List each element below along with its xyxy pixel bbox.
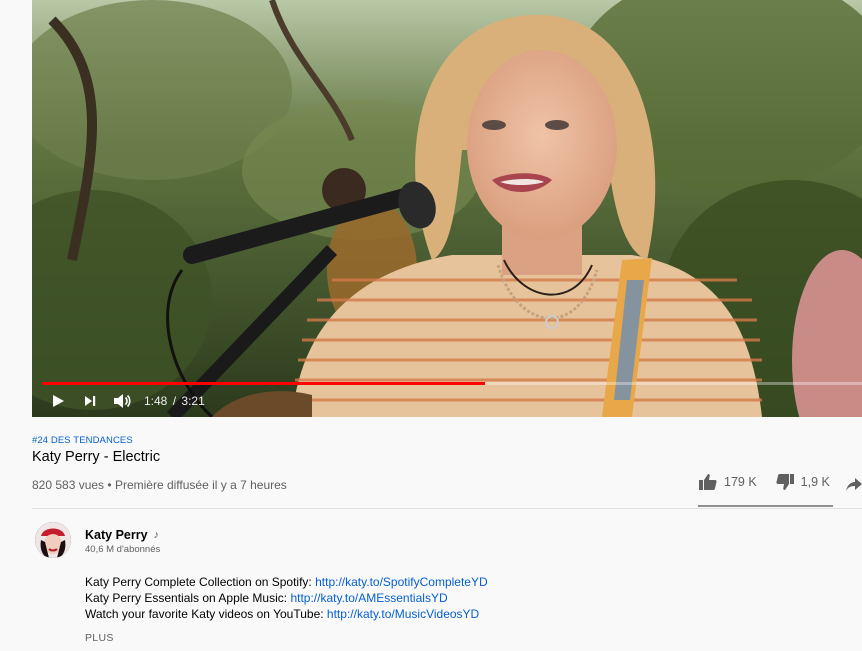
video-title: Katy Perry - Electric — [32, 449, 161, 465]
description-line: Watch your favorite Katy videos on YouTu… — [85, 606, 488, 622]
volume-button[interactable] — [106, 390, 138, 412]
play-icon — [53, 395, 64, 407]
channel-name[interactable]: Katy Perry ♪ — [85, 528, 159, 542]
subscriber-count: 40,6 M d'abonnés — [85, 544, 161, 555]
share-arrow-icon — [846, 478, 862, 491]
description-link[interactable]: http://katy.to/SpotifyCompleteYD — [315, 575, 488, 589]
trending-hashtag[interactable]: #24 DES TENDANCES — [32, 435, 133, 446]
thumbs-down-icon — [776, 474, 794, 490]
description-line: Katy Perry Essentials on Apple Music: ht… — [85, 590, 488, 606]
like-ratio-fill — [698, 505, 832, 507]
description-link[interactable]: http://katy.to/AMEssentialsYD — [290, 591, 447, 605]
description-text: Katy Perry Essentials on Apple Music: — [85, 591, 291, 605]
channel-avatar[interactable] — [35, 522, 71, 558]
player-controls: 1:48 / 3:21 — [42, 390, 205, 412]
description-text: Watch your favorite Katy videos on YouTu… — [85, 607, 327, 621]
time-current: 1:48 — [144, 394, 168, 408]
play-button[interactable] — [42, 390, 74, 412]
next-button[interactable] — [74, 390, 106, 412]
video-meta: 820 583 vues • Première diffusée il y a … — [32, 478, 287, 492]
like-dislike-ratio-bar — [698, 505, 833, 507]
video-description: Katy Perry Complete Collection on Spotif… — [85, 574, 488, 622]
channel-name-text: Katy Perry — [85, 528, 148, 542]
dislike-count: 1,9 K — [800, 475, 830, 489]
thumbs-up-icon — [699, 474, 717, 490]
volume-icon — [114, 394, 131, 408]
meta-separator: • — [104, 478, 115, 492]
like-count: 179 K — [724, 475, 757, 489]
avatar-image — [35, 522, 71, 558]
section-divider — [32, 508, 862, 509]
description-line: Katy Perry Complete Collection on Spotif… — [85, 574, 488, 590]
dislike-button[interactable]: 1,9 K — [775, 473, 830, 491]
next-icon — [85, 396, 96, 406]
video-player[interactable]: 1:48 / 3:21 — [32, 0, 862, 417]
show-more-button[interactable]: PLUS — [85, 632, 114, 644]
progress-bar[interactable] — [42, 382, 862, 385]
video-frame — [32, 0, 862, 417]
description-link[interactable]: http://katy.to/MusicVideosYD — [327, 607, 479, 621]
view-count: 820 583 vues — [32, 478, 105, 492]
share-button[interactable] — [846, 476, 862, 497]
music-note-icon: ♪ — [153, 529, 160, 541]
time-total: 3:21 — [181, 394, 205, 408]
premiere-date: Première diffusée il y a 7 heures — [114, 478, 287, 492]
video-actions: 179 K 1,9 K — [698, 473, 848, 491]
description-text: Katy Perry Complete Collection on Spotif… — [85, 575, 316, 589]
progress-played — [42, 382, 485, 385]
time-separator: / — [172, 394, 177, 408]
like-button[interactable]: 179 K — [698, 473, 757, 491]
time-display: 1:48 / 3:21 — [144, 394, 205, 408]
